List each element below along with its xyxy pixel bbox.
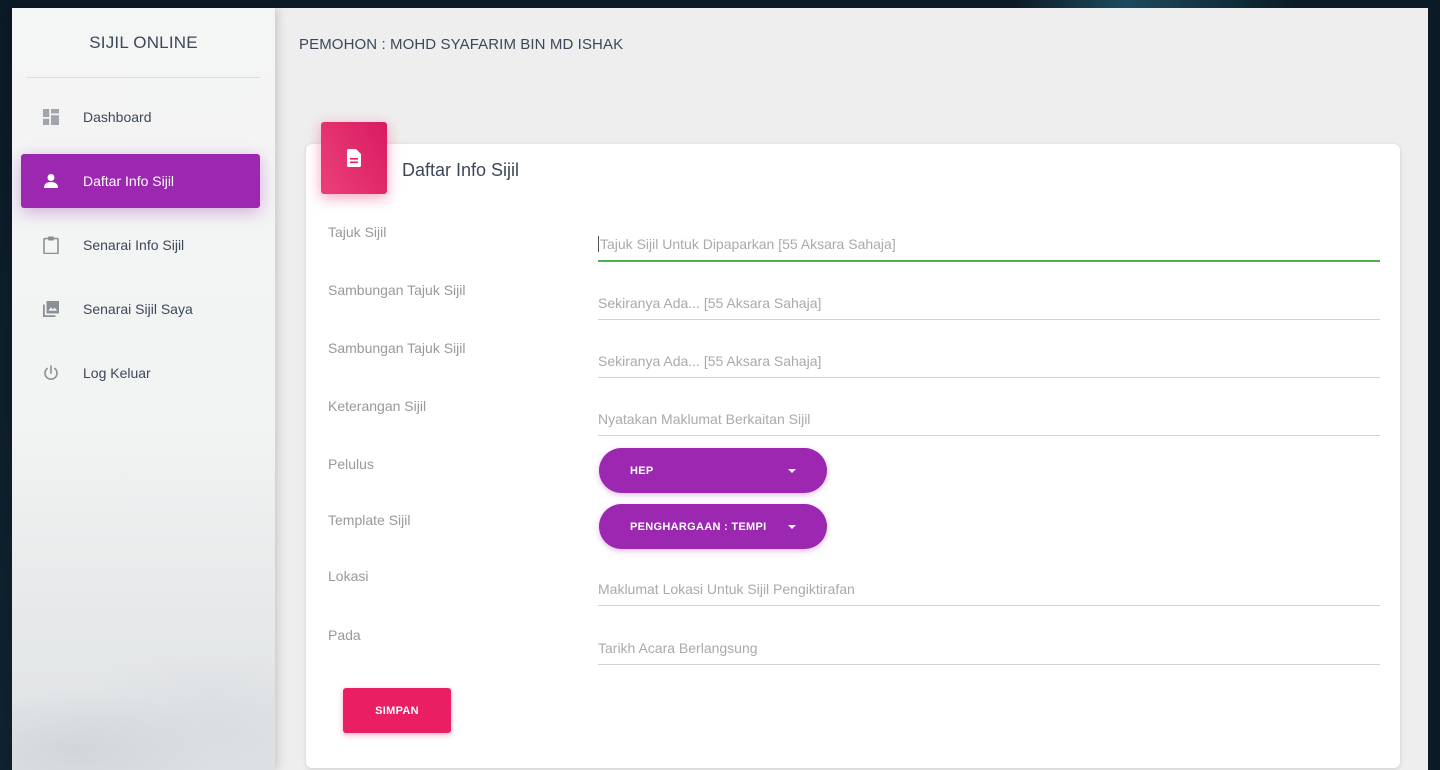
placeholder-text: Sekiranya Ada... [55 Aksara Sahaja] xyxy=(598,352,822,369)
person-icon xyxy=(43,173,59,189)
chevron-down-icon xyxy=(788,524,796,529)
form-row-sambungan-1: Sambungan Tajuk Sijil Sekiranya Ada... [… xyxy=(306,282,1400,332)
field-label: Lokasi xyxy=(328,568,369,584)
applicant-name: PEMOHON : MOHD SYAFARIM BIN MD ISHAK xyxy=(299,36,624,53)
sambungan-tajuk-input-2[interactable]: Sekiranya Ada... [55 Aksara Sahaja] xyxy=(598,344,1380,378)
field-label: Sambungan Tajuk Sijil xyxy=(328,282,466,298)
sidebar-item-label: Dashboard xyxy=(83,109,152,125)
pada-date-input[interactable]: Tarikh Acara Berlangsung xyxy=(598,631,1380,665)
brand-title[interactable]: SIJIL ONLINE xyxy=(27,8,260,78)
sidebar-item-dashboard[interactable]: Dashboard xyxy=(21,90,260,144)
text-cursor xyxy=(598,236,599,252)
card-title: Daftar Info Sijil xyxy=(402,160,520,180)
sidebar-nav: Dashboard Daftar Info Sijil Senarai Info… xyxy=(12,90,275,400)
sidebar: SIJIL ONLINE Dashboard Daftar Info Sijil… xyxy=(12,8,275,770)
document-icon xyxy=(321,122,387,194)
form-row-pada: Pada Tarikh Acara Berlangsung xyxy=(306,627,1400,677)
placeholder-text: Tajuk Sijil Untuk Dipaparkan [55 Aksara … xyxy=(600,236,896,252)
field-label: Tajuk Sijil xyxy=(328,224,387,240)
sidebar-item-label: Senarai Sijil Saya xyxy=(83,301,193,317)
pelulus-select[interactable]: HEP xyxy=(599,448,827,493)
sambungan-tajuk-input-1[interactable]: Sekiranya Ada... [55 Aksara Sahaja] xyxy=(598,286,1380,320)
form-row-lokasi: Lokasi Maklumat Lokasi Untuk Sijil Pengi… xyxy=(306,568,1400,618)
placeholder-text: Tarikh Acara Berlangsung xyxy=(598,639,758,656)
photo-library-icon xyxy=(43,301,59,317)
template-sijil-select[interactable]: PENGHARGAAN : TEMPI xyxy=(599,504,827,549)
chevron-down-icon xyxy=(788,468,796,473)
form-row-template: Template Sijil PENGHARGAAN : TEMPI xyxy=(306,504,1400,562)
sidebar-item-label: Daftar Info Sijil xyxy=(83,173,175,189)
keterangan-sijil-input[interactable]: Nyatakan Maklumat Berkaitan Sijil xyxy=(598,402,1380,436)
placeholder-text: Maklumat Lokasi Untuk Sijil Pengiktirafa… xyxy=(598,580,855,597)
select-value: HEP xyxy=(630,464,654,477)
sidebar-item-daftar-info-sijil[interactable]: Daftar Info Sijil xyxy=(21,154,260,208)
form-card: Daftar Info Sijil Tajuk Sijil Tajuk Siji… xyxy=(306,122,1400,768)
save-button[interactable]: SIMPAN xyxy=(343,688,451,733)
tajuk-sijil-input[interactable]: Tajuk Sijil Untuk Dipaparkan [55 Aksara … xyxy=(598,228,1380,262)
main-content: PEMOHON : MOHD SYAFARIM BIN MD ISHAK Daf… xyxy=(275,8,1428,770)
sidebar-item-senarai-sijil-saya[interactable]: Senarai Sijil Saya xyxy=(21,282,260,336)
sidebar-item-label: Senarai Info Sijil xyxy=(83,237,185,253)
placeholder-text: Nyatakan Maklumat Berkaitan Sijil xyxy=(598,410,811,427)
field-label: Pelulus xyxy=(328,456,374,472)
window-frame-top xyxy=(12,0,1440,8)
form-row-keterangan: Keterangan Sijil Nyatakan Maklumat Berka… xyxy=(306,398,1400,448)
form-row-tajuk: Tajuk Sijil Tajuk Sijil Untuk Dipaparkan… xyxy=(306,224,1400,274)
power-icon xyxy=(43,365,59,381)
window-frame-left xyxy=(0,0,12,770)
form-row-pelulus: Pelulus HEP xyxy=(306,448,1400,506)
field-label: Sambungan Tajuk Sijil xyxy=(328,340,466,356)
clipboard-icon xyxy=(43,236,59,254)
select-value: PENGHARGAAN : TEMPI xyxy=(630,520,767,533)
lokasi-input[interactable]: Maklumat Lokasi Untuk Sijil Pengiktirafa… xyxy=(598,572,1380,606)
window-frame-right xyxy=(1428,0,1440,770)
dashboard-icon xyxy=(43,109,59,125)
placeholder-text: Sekiranya Ada... [55 Aksara Sahaja] xyxy=(598,294,822,311)
field-label: Template Sijil xyxy=(328,512,411,528)
field-label: Keterangan Sijil xyxy=(328,398,427,414)
field-label: Pada xyxy=(328,627,361,643)
sidebar-item-label: Log Keluar xyxy=(83,365,151,381)
form-row-sambungan-2: Sambungan Tajuk Sijil Sekiranya Ada... [… xyxy=(306,340,1400,390)
sidebar-item-log-keluar[interactable]: Log Keluar xyxy=(21,346,260,400)
sidebar-item-senarai-info-sijil[interactable]: Senarai Info Sijil xyxy=(21,218,260,272)
